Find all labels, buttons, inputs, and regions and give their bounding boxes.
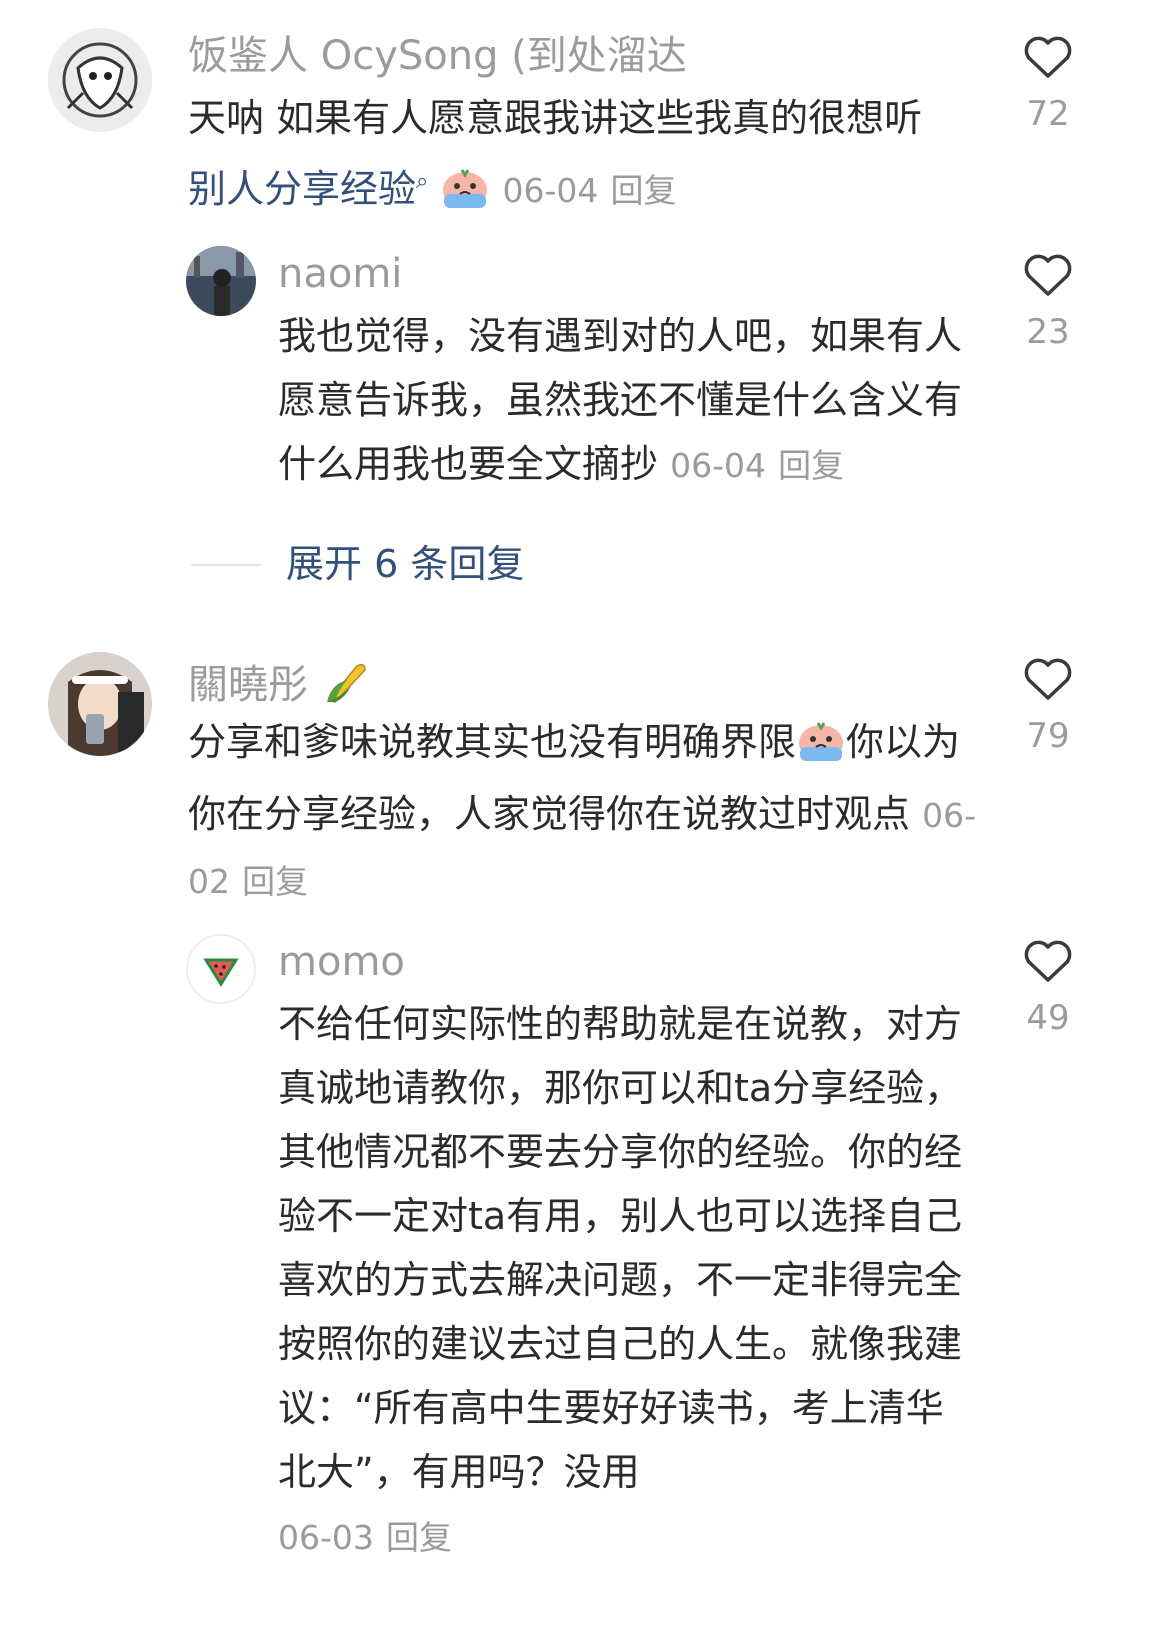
reply-button[interactable]: 回复 bbox=[386, 1518, 452, 1557]
comment-text: 天呐 如果有人愿意跟我讲这些我真的很想听 别人分享经验⌕ 06-04 回复 bbox=[188, 86, 978, 229]
username-text[interactable]: 關曉彤 bbox=[188, 662, 308, 708]
like-count: 49 bbox=[1026, 998, 1070, 1038]
comment-text: 不给任何实际性的帮助就是在说教，对方真诚地请教你，那你可以和ta分享经验，其他情… bbox=[278, 992, 968, 1570]
avatar[interactable] bbox=[48, 652, 152, 756]
heart-icon[interactable] bbox=[1023, 34, 1073, 80]
like-count: 79 bbox=[1026, 716, 1070, 756]
avatar[interactable] bbox=[186, 934, 256, 1004]
comment-text: 分享和爹味说教其实也没有明确界限 你以为你在分享经验，人家觉得你在说教过时观点 … bbox=[188, 710, 978, 914]
reply-button[interactable]: 回复 bbox=[778, 446, 844, 485]
comment-body: 分享和爹味说教其实也没有明确界限 bbox=[188, 720, 797, 764]
like-button[interactable]: 72 bbox=[1018, 34, 1078, 134]
reply-button[interactable]: 回复 bbox=[611, 171, 677, 210]
username[interactable]: naomi bbox=[278, 250, 402, 298]
username[interactable]: momo bbox=[278, 938, 405, 986]
reply-button[interactable]: 回复 bbox=[242, 862, 308, 901]
heart-icon[interactable] bbox=[1023, 656, 1073, 702]
crying-emoji-icon bbox=[796, 718, 846, 782]
like-button[interactable]: 23 bbox=[1018, 252, 1078, 352]
comment-date: 06-04 bbox=[502, 171, 599, 210]
avatar[interactable] bbox=[48, 28, 152, 132]
crying-emoji-icon bbox=[440, 165, 490, 229]
comment-text: 我也觉得，没有遇到对的人吧，如果有人愿意告诉我，虽然我还不懂是什么含义有什么用我… bbox=[278, 304, 968, 498]
like-button[interactable]: 49 bbox=[1018, 938, 1078, 1038]
like-count: 23 bbox=[1026, 312, 1070, 352]
username[interactable]: 饭鉴人 OcySong (到处溜达 bbox=[188, 32, 687, 80]
comment-body: 我也觉得，没有遇到对的人吧，如果有人愿意告诉我，虽然我还不懂是什么含义有什么用我… bbox=[278, 314, 963, 486]
comment-date: 06-03 bbox=[278, 1518, 374, 1557]
like-count: 72 bbox=[1026, 94, 1070, 134]
comment-body: 不给任何实际性的帮助就是在说教，对方真诚地请教你，那你可以和ta分享经验，其他情… bbox=[278, 1002, 963, 1494]
expand-replies-button[interactable]: 展开 6 条回复 bbox=[286, 536, 524, 592]
comment-body: 天呐 如果有人愿意跟我讲这些我真的很想听 bbox=[188, 96, 923, 140]
divider bbox=[191, 564, 261, 566]
avatar[interactable] bbox=[186, 246, 256, 316]
like-button[interactable]: 79 bbox=[1018, 656, 1078, 756]
search-link[interactable]: 别人分享经验 bbox=[188, 167, 416, 211]
comment-line-2: 别人分享经验⌕ 06-04 回复 bbox=[188, 150, 978, 229]
corn-emoji-icon bbox=[321, 656, 371, 717]
comment-date: 06-04 bbox=[670, 446, 766, 485]
heart-icon[interactable] bbox=[1023, 252, 1073, 298]
search-icon[interactable]: ⌕ bbox=[416, 169, 428, 194]
username[interactable]: 關曉彤 bbox=[188, 656, 371, 717]
heart-icon[interactable] bbox=[1023, 938, 1073, 984]
